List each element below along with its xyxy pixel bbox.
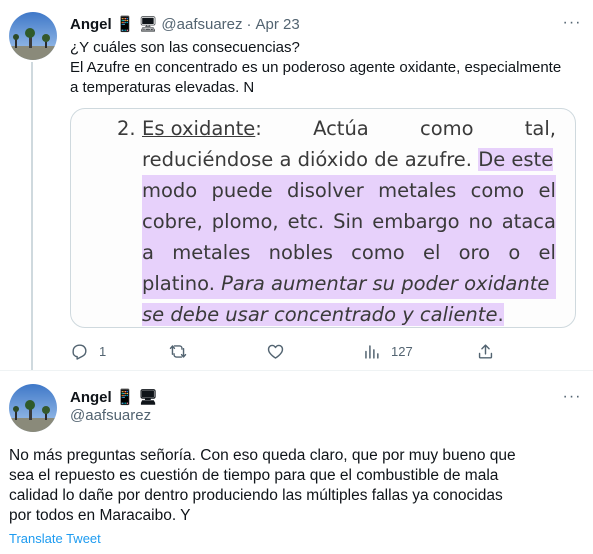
excerpt-line: platino. Para aumentar su poder oxidante [142,268,556,299]
excerpt-word: como [351,241,405,264]
avatar-photo-icon [9,12,57,60]
tweet-text-line: No más preguntas señoría. Con eso queda … [9,447,516,464]
reply-icon [72,343,87,360]
excerpt-word: embargo [372,210,460,233]
excerpt-word: puede [211,179,273,202]
excerpt-line: Es oxidante: Actúa como tal, [142,113,556,144]
user-handle[interactable]: @aafsuarez [70,406,151,426]
retweet-button[interactable] [168,340,198,362]
excerpt-highlight: De este [478,148,554,171]
excerpt-word: disolver [286,179,364,202]
excerpt-word: cobre, [142,210,203,233]
excerpt-word: como [470,179,525,202]
reply-button[interactable]: 1 [70,340,106,362]
separator-dot: · [246,15,252,33]
share-icon [478,343,493,359]
excerpt-word: a [142,241,154,264]
excerpt-word: Es oxidante [142,117,256,140]
excerpt-italic: Para aumentar su poder oxidante [221,272,550,295]
more-options-icon[interactable]: ··· [561,388,583,408]
share-button[interactable] [476,340,495,362]
excerpt-word: no [468,210,493,233]
view-count: 127 [391,343,413,359]
more-options-icon[interactable]: ··· [561,14,583,34]
excerpt-word: Sin [333,210,364,233]
excerpt-word: ataca [501,210,556,233]
tweet-date[interactable]: Apr 23 [256,16,300,33]
retweet-icon [169,344,187,358]
excerpt-word: nobles [268,241,333,264]
tweet-text-line: calidad lo dañe por dentro produciendo l… [9,487,503,504]
excerpt-word: etc. [287,210,325,233]
reply-count: 1 [99,343,107,359]
tweet-header: Angel 📱 🖥 [70,387,157,407]
excerpt-word: o [508,241,521,264]
excerpt-word: oro [458,241,491,264]
excerpt-word: modo [142,179,198,202]
tweet-parent[interactable]: Angel 📱 🖥 @aafsuarez · Apr 23 ··· ¿Y cuá… [0,0,593,370]
excerpt-word: el [538,241,556,264]
tweet-text-line: a temperaturas elevadas. N [70,79,255,96]
tweet-text-line: sea el repuesto es cuestión de tiempo pa… [9,467,499,484]
avatar[interactable] [9,12,57,60]
excerpt-line: modo puede disolver metales como el [142,175,556,206]
tweet-text: No más preguntas señoría. Con eso queda … [9,446,584,526]
avatar[interactable] [9,384,57,432]
display-name[interactable]: Angel [70,389,112,406]
excerpt-text: . [497,303,504,326]
tweet-text-line: El Azufre en concentrado es un poderoso … [70,59,562,76]
excerpt-word: metales [378,179,457,202]
excerpt-word: tal, [524,117,556,140]
computer-emoji-icon: 🖥 [138,389,158,406]
excerpt-line: reduciéndose a dióxido de azufre. De est… [142,144,556,175]
excerpt-text: reduciéndose a dióxido de azufre. [142,148,479,171]
tweet-header: Angel 📱 🖥 @aafsuarez · Apr 23 [70,14,300,34]
analytics-icon [365,344,379,359]
computer-emoji-icon: 🖥 [138,16,158,33]
tweet-divider [0,370,593,371]
excerpt-word: como [419,117,474,140]
translate-tweet-link[interactable]: Translate Tweet [9,531,101,547]
excerpt-word: : [255,117,262,140]
excerpt-word: plomo, [211,210,279,233]
tweet-text-line: ¿Y cuáles son las consecuencias? [70,39,300,56]
thread-connector-line [31,62,33,370]
tweet-actions: 1 127 [70,340,520,362]
avatar-photo-icon [9,384,57,432]
excerpt-line: a metales nobles como el oro o el [142,237,556,268]
excerpt-word: el [538,179,556,202]
excerpt-line: cobre, plomo, etc. Sin embargo no ataca [142,206,556,237]
list-number: 2. [117,117,136,140]
views-button[interactable]: 127 [362,340,413,362]
display-name[interactable]: Angel [70,16,112,33]
excerpt-word: Actúa [313,117,369,140]
tweet-image[interactable]: 2. Es oxidante: Actúa como tal, reducién… [70,108,576,328]
excerpt-word: el [422,241,441,264]
document-excerpt: 2. Es oxidante: Actúa como tal, reducién… [71,109,575,327]
excerpt-line: se debe usar concentrado y caliente. [142,299,504,327]
like-button[interactable] [266,340,295,362]
tweet-text: ¿Y cuáles son las consecuencias? El Azuf… [70,38,580,98]
excerpt-text: platino. [142,272,222,295]
heart-icon [267,344,284,359]
excerpt-word: metales [172,241,251,264]
phone-emoji-icon: 📱 [115,389,135,406]
tweet-text-line: por todos en Maracaibo. Y [9,507,191,524]
phone-emoji-icon: 📱 [115,16,135,33]
user-handle[interactable]: @aafsuarez [161,16,242,33]
excerpt-italic: se debe usar concentrado y caliente [142,303,498,326]
